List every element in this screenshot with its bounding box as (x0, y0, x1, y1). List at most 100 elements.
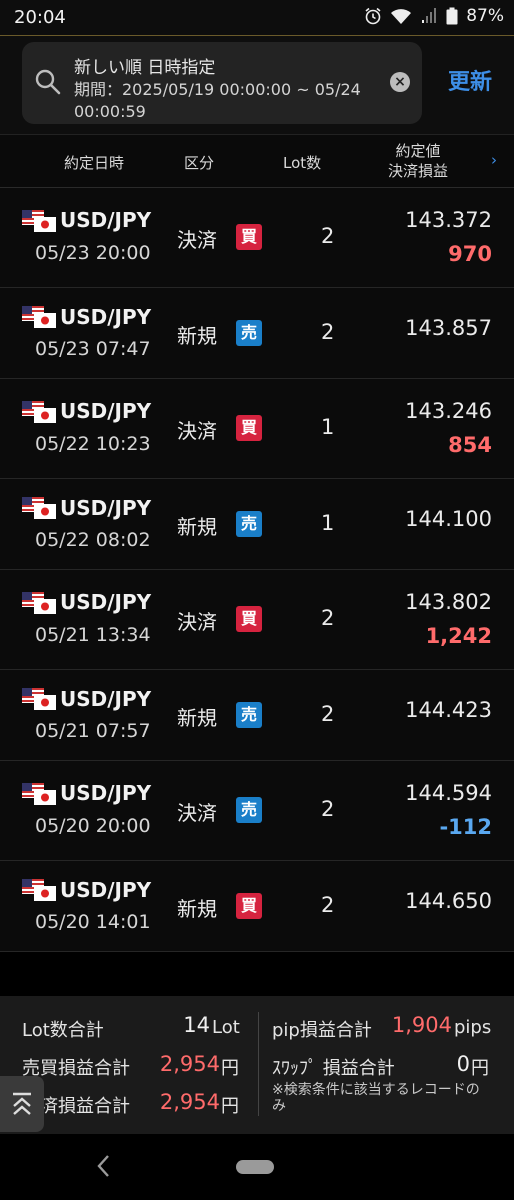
home-pill[interactable] (236, 1160, 274, 1174)
currency-pair: USD/JPY (60, 687, 152, 711)
trade-datetime: 05/21 13:34 (35, 624, 151, 646)
refresh-button[interactable]: 更新 (440, 64, 500, 96)
trade-kubun: 決済 (177, 228, 217, 252)
lot-count: 2 (321, 320, 335, 344)
double-chevron-up-icon (13, 1092, 31, 1115)
trade-datetime: 05/23 20:00 (35, 242, 151, 264)
column-kubun: 区分 (184, 154, 215, 172)
settle-pl-value: 2,954 (159, 1090, 220, 1114)
status-time: 20:04 (14, 7, 66, 28)
period-label: 期間：2025/05/19 00:00:00 ~ 05/24 00:00:59 (74, 80, 361, 121)
table-row[interactable]: USD/JPY 05/23 20:00 決済 買 2 143.372 970 (0, 188, 514, 288)
trade-datetime: 05/23 07:47 (35, 338, 151, 360)
table-row[interactable]: USD/JPY 05/21 07:57 新規 売 2 144.423 (0, 670, 514, 761)
settlement-pl: -112 (439, 815, 492, 839)
sort-order-label: 新しい順 日時指定 (74, 58, 216, 78)
execution-price: 143.857 (405, 316, 492, 340)
settlement-pl: 854 (448, 433, 492, 457)
us-jp-flag-icon (22, 497, 56, 519)
column-lot: Lot数 (283, 154, 322, 172)
side-badge: 買 (236, 224, 262, 250)
scroll-to-top-button[interactable] (0, 1076, 44, 1132)
table-header: 約定日時 区分 Lot数 約定値 決済損益 › (0, 134, 514, 188)
table-row[interactable]: USD/JPY 05/21 13:34 決済 買 2 143.802 1,242 (0, 570, 514, 670)
execution-price: 143.372 (405, 208, 492, 232)
settlement-pl: 970 (448, 242, 492, 266)
lot-count: 2 (321, 224, 335, 248)
search-note: ※検索条件に該当するレコードのみ (272, 1082, 480, 1114)
system-nav-bar (0, 1134, 514, 1200)
currency-pair: USD/JPY (60, 496, 152, 520)
execution-price: 143.802 (405, 590, 492, 614)
execution-price: 143.246 (405, 399, 492, 423)
lot-unit: Lot (212, 1017, 240, 1038)
table-row[interactable]: USD/JPY 05/20 14:01 新規 買 2 144.650 (0, 861, 514, 952)
pip-unit: pips (454, 1017, 492, 1038)
lot-count: 2 (321, 893, 335, 917)
currency-pair: USD/JPY (60, 305, 152, 329)
side-badge: 売 (236, 797, 262, 823)
currency-pair: USD/JPY (60, 399, 152, 423)
trade-datetime: 05/21 07:57 (35, 720, 151, 742)
yen-unit: 円 (471, 1058, 489, 1079)
us-jp-flag-icon (22, 879, 56, 901)
lot-count: 1 (321, 511, 335, 535)
search-icon (35, 69, 61, 95)
us-jp-flag-icon (22, 592, 56, 614)
lot-total-label: Lot数合計 (22, 1020, 104, 1041)
currency-pair: USD/JPY (60, 878, 152, 902)
currency-pair: USD/JPY (60, 590, 152, 614)
us-jp-flag-icon (22, 401, 56, 423)
table-row[interactable]: USD/JPY 05/22 10:23 決済 買 1 143.246 854 (0, 379, 514, 479)
side-badge: 買 (236, 893, 262, 919)
table-row[interactable]: USD/JPY 05/23 07:47 新規 売 2 143.857 (0, 288, 514, 379)
table-row[interactable]: USD/JPY 05/20 20:00 決済 売 2 144.594 -112 (0, 761, 514, 861)
trade-kubun: 決済 (177, 801, 217, 825)
wifi-icon (391, 9, 412, 24)
execution-price: 144.423 (405, 698, 492, 722)
execution-price: 144.594 (405, 781, 492, 805)
summary-divider (258, 1012, 259, 1116)
swap-pl-value: 0 (456, 1052, 470, 1076)
settlement-pl: 1,242 (425, 624, 492, 648)
us-jp-flag-icon (22, 306, 56, 328)
pip-pl-value: 1,904 (391, 1013, 452, 1037)
trade-kubun: 決済 (177, 610, 217, 634)
alarm-icon (365, 7, 381, 25)
execution-price: 144.100 (405, 507, 492, 531)
column-date: 約定日時 (64, 154, 125, 172)
column-price: 約定値 決済損益 (387, 142, 448, 180)
trade-pl-value: 2,954 (159, 1052, 220, 1076)
back-icon[interactable] (94, 1152, 114, 1180)
clear-icon[interactable]: × (390, 72, 410, 92)
side-badge: 売 (236, 511, 262, 537)
side-badge: 売 (236, 702, 262, 728)
trade-kubun: 新規 (177, 324, 217, 348)
swap-pl-label: ｽﾜｯﾌﾟ 損益合計 (272, 1058, 395, 1079)
side-badge: 売 (236, 320, 262, 346)
status-bar: 20:04 87% (0, 0, 514, 36)
summary-panel: Lot数合計 14 Lot 売買損益合計 2,954 円 決済損益合計 2,95… (0, 996, 514, 1134)
trade-datetime: 05/20 14:01 (35, 911, 151, 933)
us-jp-flag-icon (22, 783, 56, 805)
trade-datetime: 05/20 20:00 (35, 815, 151, 837)
search-condition-box[interactable]: 新しい順 日時指定 期間：2025/05/19 00:00:00 ~ 05/24… (22, 42, 422, 124)
us-jp-flag-icon (22, 688, 56, 710)
yen-unit: 円 (221, 1096, 239, 1117)
trade-kubun: 決済 (177, 419, 217, 443)
table-row[interactable]: USD/JPY 05/22 08:02 新規 売 1 144.100 (0, 479, 514, 570)
currency-pair: USD/JPY (60, 781, 152, 805)
search-header: 新しい順 日時指定 期間：2025/05/19 00:00:00 ~ 05/24… (0, 36, 514, 134)
lot-count: 2 (321, 702, 335, 726)
lot-count: 2 (321, 797, 335, 821)
us-jp-flag-icon (22, 210, 56, 232)
trade-history-list: USD/JPY 05/23 20:00 決済 買 2 143.372 970 U… (0, 188, 514, 952)
chevron-right-icon[interactable]: › (491, 151, 497, 169)
trade-kubun: 新規 (177, 515, 217, 539)
side-badge: 買 (236, 415, 262, 441)
side-badge: 買 (236, 606, 262, 632)
currency-pair: USD/JPY (60, 208, 152, 232)
battery-percent: 87% (466, 6, 504, 26)
lot-count: 2 (321, 606, 335, 630)
trade-kubun: 新規 (177, 706, 217, 730)
